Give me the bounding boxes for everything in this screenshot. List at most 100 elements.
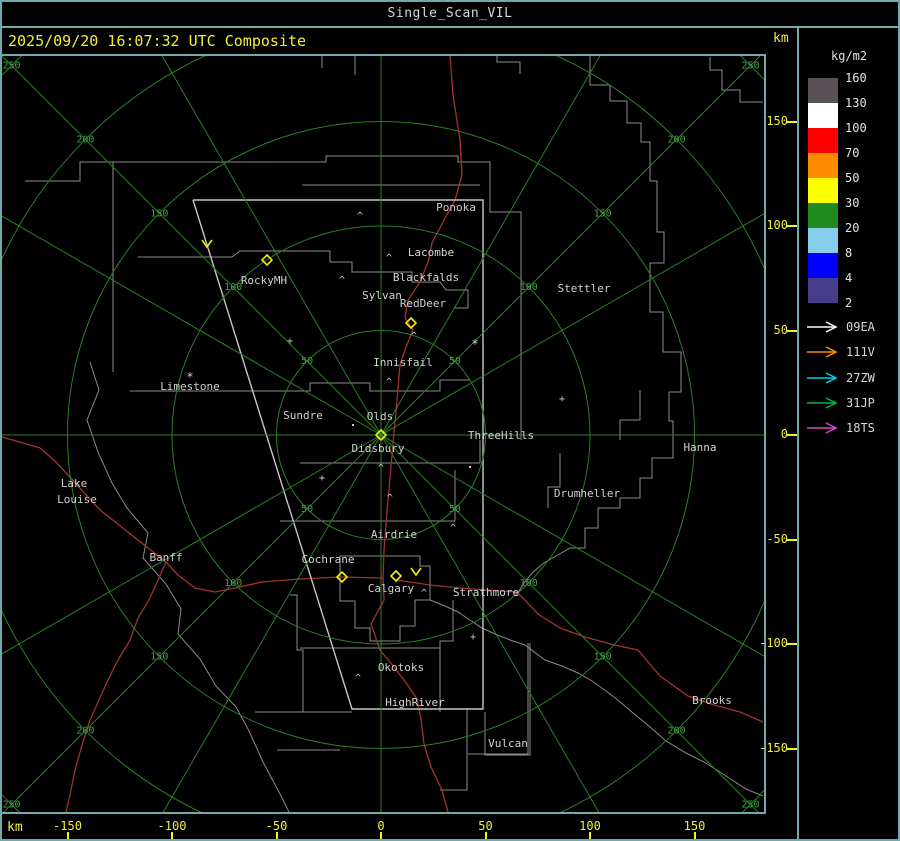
ring-label-150: 150 <box>150 208 168 219</box>
right-axis-label: 50 <box>773 322 788 337</box>
bottom-axis-label: 150 <box>683 819 706 833</box>
scale-swatch-4 <box>808 278 838 303</box>
caret-marker: ^ <box>387 493 393 504</box>
scale-swatch-130 <box>808 103 838 128</box>
scale-swatch-8 <box>808 253 838 278</box>
legend-panel-separator <box>797 26 799 841</box>
bottom-axis-label: -150 <box>53 819 82 833</box>
city-label-limestone: Limestone <box>160 380 220 393</box>
city-label-hanna: Hanna <box>683 441 716 454</box>
ring-label-50: 50 <box>301 504 313 515</box>
city-label-ponoka: Ponoka <box>436 201 476 214</box>
city-label-threehills: ThreeHills <box>468 429 534 442</box>
radar-id-label: 27ZW <box>846 370 875 385</box>
timestamp-label: 2025/09/20 16:07:32 UTC Composite <box>8 32 307 50</box>
azimuth-spoke-330deg <box>160 54 382 436</box>
scale-swatch-100 <box>808 128 838 153</box>
azimuth-spoke-45deg <box>380 54 763 436</box>
111v-arrow-icon <box>807 346 838 358</box>
city-label-stettler: Stettler <box>558 282 611 295</box>
plus-marker: + <box>287 336 293 347</box>
radar-id-label: 111V <box>846 345 875 360</box>
city-label-blackfalds: Blackfalds <box>393 271 459 284</box>
right-axis-tick <box>786 643 797 645</box>
ring-label-100: 100 <box>224 578 242 589</box>
city-label-strathmore: Strathmore <box>453 586 519 599</box>
city-label-sundre: Sundre <box>283 409 323 422</box>
bottom-axis-label: -50 <box>265 819 288 833</box>
asterisk-marker: * <box>471 337 478 351</box>
window-title: Single_Scan_VIL <box>387 6 513 21</box>
ring-label-250: 250 <box>741 61 759 72</box>
caret-marker: ^ <box>357 211 363 222</box>
legend-unit-label: kg/m2 <box>831 49 868 63</box>
city-label-didsbury: Didsbury <box>352 442 405 455</box>
radar-site-diamond-marker <box>389 569 403 583</box>
scale-value-label: 20 <box>845 221 860 235</box>
bottom-axis-tick <box>589 832 591 840</box>
31jp-arrow-icon <box>807 397 838 409</box>
27zw-arrow-icon <box>807 371 838 384</box>
highway-line <box>370 577 449 813</box>
scale-swatch-160 <box>808 78 838 103</box>
scale-swatch-30 <box>808 203 838 228</box>
city-label-louise: Louise <box>57 493 97 506</box>
azimuth-spoke-210deg <box>161 434 382 814</box>
radar-legend-row-31JP: 31JP <box>805 396 897 410</box>
scale-value-label: 30 <box>845 196 860 210</box>
city-label-cochrane: Cochrane <box>302 553 355 566</box>
ring-label-150: 150 <box>150 652 168 663</box>
bottom-axis-label: 100 <box>579 819 601 833</box>
highway-line <box>65 561 167 813</box>
azimuth-spoke-225deg <box>1 434 382 814</box>
city-label-okotoks: Okotoks <box>378 661 424 674</box>
caret-marker: ^ <box>411 331 417 342</box>
caret-marker: ^ <box>450 523 456 534</box>
city-label-rockymh: RockyMH <box>241 274 287 287</box>
bottom-axis-unit-label: km <box>7 820 23 835</box>
right-axis-label: 0 <box>780 427 788 441</box>
radar-legend-row-111V: 111V <box>805 345 897 359</box>
plus-marker: + <box>470 632 476 643</box>
county-boundary-line <box>339 555 431 642</box>
caret-marker: ^ <box>378 463 384 474</box>
right-axis-tick <box>786 538 797 541</box>
city-label-lake: Lake <box>61 477 88 490</box>
bottom-axis-label: 0 <box>377 819 385 833</box>
app-window: Single_Scan_VIL 2025/09/20 16:07:32 UTC … <box>0 0 900 841</box>
ring-label-50: 50 <box>301 356 313 367</box>
storm-direction-arrow-marker <box>410 567 422 577</box>
radar-id-label: 09EA <box>846 320 875 334</box>
right-axis-label: -50 <box>766 531 788 546</box>
bottom-axis-tick <box>380 832 382 840</box>
city-label-brooks: Brooks <box>692 694 732 707</box>
caret-marker: ^ <box>339 275 345 286</box>
right-axis-tick <box>786 329 797 332</box>
right-axis-tick <box>786 225 797 227</box>
dot-marker <box>352 424 354 426</box>
radar-legend-row-18TS: 18TS <box>805 421 897 435</box>
title-bar: Single_Scan_VIL <box>0 0 900 26</box>
county-boundary-line <box>25 161 114 372</box>
scale-value-label: 130 <box>845 96 867 110</box>
county-boundary-line <box>496 56 521 74</box>
bottom-axis-tick <box>275 832 278 840</box>
ring-label-150: 150 <box>594 652 612 663</box>
plus-marker: + <box>319 473 325 484</box>
highway-line <box>382 54 463 579</box>
radar-map-canvas[interactable]: 50 50 50 50 100 100 100 100 150 150 150 150 200 200 20… <box>0 54 766 814</box>
right-axis-label: 150 <box>766 113 788 128</box>
ring-label-50: 50 <box>449 504 461 515</box>
scale-value-label: 50 <box>845 171 860 185</box>
county-boundary-line <box>515 56 682 597</box>
city-label-sylvan: Sylvan <box>362 289 402 302</box>
caret-marker: ^ <box>386 253 392 264</box>
caret-marker: ^ <box>355 673 361 684</box>
city-label-drumheller: Drumheller <box>554 487 621 500</box>
bottom-axis-tick <box>171 832 173 840</box>
dot-marker <box>469 466 471 468</box>
plus-marker: + <box>559 394 565 405</box>
ring-label-50: 50 <box>449 356 461 367</box>
18ts-arrow-icon <box>807 422 838 434</box>
scale-swatch-70 <box>808 153 838 178</box>
